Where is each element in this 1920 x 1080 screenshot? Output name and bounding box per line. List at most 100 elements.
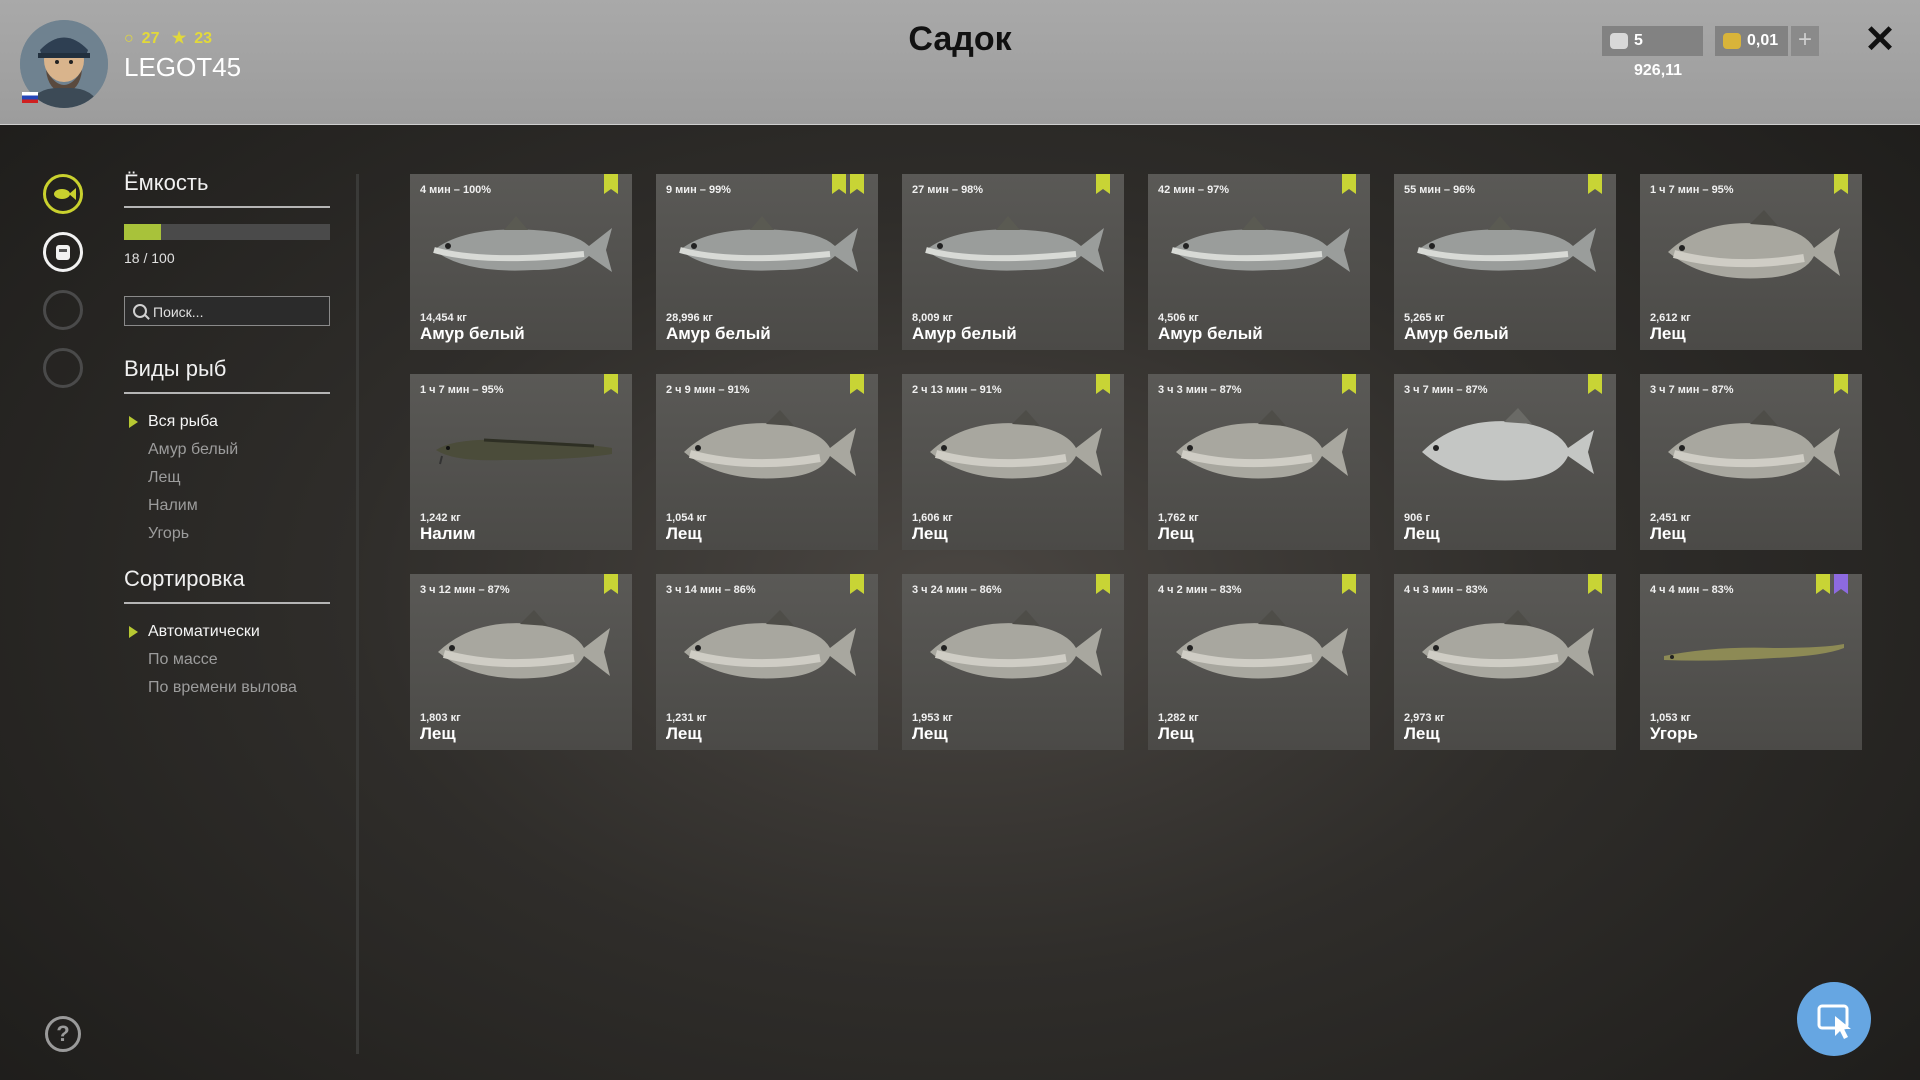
help-button[interactable]: ? bbox=[45, 1016, 81, 1052]
fish-weight: 14,454 кг bbox=[420, 312, 467, 324]
fish-weight: 8,009 кг bbox=[912, 312, 953, 324]
fish-weight: 1,054 кг bbox=[666, 512, 707, 524]
fish-card[interactable]: 2 ч 13 мин – 91% 1,606 кг Лещ bbox=[902, 374, 1124, 550]
fish-card[interactable]: 4 мин – 100% 14,454 кг Амур белый bbox=[410, 174, 632, 350]
species-title: Виды рыб bbox=[124, 356, 330, 394]
star-bookmark-icon[interactable] bbox=[850, 174, 864, 194]
bookmark-icon[interactable] bbox=[604, 374, 618, 394]
filter-panel: Ёмкость 18 / 100 Виды рыб Вся рыба Амур … bbox=[124, 170, 330, 718]
selected-arrow-icon bbox=[129, 416, 138, 428]
fish-card[interactable]: 42 мин – 97% 4,506 кг Амур белый bbox=[1148, 174, 1370, 350]
fish-weight: 28,996 кг bbox=[666, 312, 713, 324]
fish-card[interactable]: 3 ч 24 мин – 86% 1,953 кг Лещ bbox=[902, 574, 1124, 750]
search-input[interactable] bbox=[151, 300, 325, 324]
fish-weight: 1,231 кг bbox=[666, 712, 707, 724]
bookmark-icon[interactable] bbox=[850, 374, 864, 394]
bookmark-icon[interactable] bbox=[604, 574, 618, 594]
fish-card[interactable]: 55 мин – 96% 5,265 кг Амур белый bbox=[1394, 174, 1616, 350]
fish-card[interactable]: 4 ч 3 мин – 83% 2,973 кг Лещ bbox=[1394, 574, 1616, 750]
bookmark-icon[interactable] bbox=[1096, 574, 1110, 594]
species-item[interactable]: Амур белый bbox=[124, 436, 330, 464]
catch-time: 3 ч 7 мин – 87% bbox=[1404, 384, 1488, 396]
catch-time: 4 ч 4 мин – 83% bbox=[1650, 584, 1734, 596]
gold-balance[interactable]: 0,01 bbox=[1715, 26, 1788, 56]
bookmark-icon[interactable] bbox=[832, 174, 846, 194]
catch-time: 1 ч 7 мин – 95% bbox=[1650, 184, 1734, 196]
catch-time: 3 ч 3 мин – 87% bbox=[1158, 384, 1242, 396]
fish-name: Лещ bbox=[1404, 724, 1440, 743]
catch-time: 9 мин – 99% bbox=[666, 184, 731, 196]
fish-card[interactable]: 3 ч 7 мин – 87% 2,451 кг Лещ bbox=[1640, 374, 1862, 550]
cursor-mode-button[interactable] bbox=[1797, 982, 1871, 1056]
species-item[interactable]: Вся рыба bbox=[124, 408, 330, 436]
fish-weight: 1,953 кг bbox=[912, 712, 953, 724]
catch-time: 2 ч 9 мин – 91% bbox=[666, 384, 750, 396]
fish-weight: 1,762 кг bbox=[1158, 512, 1199, 524]
bookmark-icon[interactable] bbox=[1834, 374, 1848, 394]
fish-card[interactable]: 1 ч 7 мин – 95% 1,242 кг Налим bbox=[410, 374, 632, 550]
fish-name: Амур белый bbox=[1404, 324, 1509, 343]
bookmark-icon[interactable] bbox=[604, 174, 618, 194]
backpack-icon bbox=[56, 245, 70, 260]
bookmark-icon[interactable] bbox=[1588, 374, 1602, 394]
fish-name: Лещ bbox=[912, 724, 948, 743]
bookmark-icon[interactable] bbox=[1834, 174, 1848, 194]
backpack-tab[interactable] bbox=[43, 232, 83, 272]
close-button[interactable]: ✕ bbox=[1862, 20, 1898, 60]
fish-card[interactable]: 27 мин – 98% 8,009 кг Амур белый bbox=[902, 174, 1124, 350]
fish-weight: 1,242 кг bbox=[420, 512, 461, 524]
species-item[interactable]: Угорь bbox=[124, 520, 330, 548]
bookmark-icon[interactable] bbox=[1342, 574, 1356, 594]
fish-name: Лещ bbox=[1404, 524, 1440, 543]
capacity-bar bbox=[124, 224, 330, 240]
fish-card[interactable]: 3 ч 7 мин – 87% 906 г Лещ bbox=[1394, 374, 1616, 550]
fish-name: Амур белый bbox=[666, 324, 771, 343]
purple-bookmark-icon[interactable] bbox=[1834, 574, 1848, 594]
fish-card[interactable]: 4 ч 4 мин – 83% 1,053 кг Угорь bbox=[1640, 574, 1862, 750]
fish-name: Лещ bbox=[912, 524, 948, 543]
fish-name: Налим bbox=[420, 524, 476, 543]
bookmark-icon[interactable] bbox=[1096, 374, 1110, 394]
fish-name: Лещ bbox=[1158, 724, 1194, 743]
catch-time: 1 ч 7 мин – 95% bbox=[420, 384, 504, 396]
bookmark-icon[interactable] bbox=[1342, 374, 1356, 394]
species-list: Вся рыба Амур белый Лещ Налим Угорь bbox=[124, 408, 330, 548]
fish-name: Амур белый bbox=[912, 324, 1017, 343]
add-currency-button[interactable]: + bbox=[1791, 26, 1819, 56]
sort-item[interactable]: По времени вылова bbox=[124, 674, 330, 702]
sort-item[interactable]: По массе bbox=[124, 646, 330, 674]
gold-amount: 0,01 bbox=[1747, 32, 1779, 49]
fish-card[interactable]: 9 мин – 99% 28,996 кг Амур белый bbox=[656, 174, 878, 350]
fish-weight: 1,053 кг bbox=[1650, 712, 1691, 724]
bookmark-icon[interactable] bbox=[850, 574, 864, 594]
fish-name: Амур белый bbox=[1158, 324, 1263, 343]
fish-card[interactable]: 2 ч 9 мин – 91% 1,054 кг Лещ bbox=[656, 374, 878, 550]
catch-time: 3 ч 14 мин – 86% bbox=[666, 584, 756, 596]
catch-time: 55 мин – 96% bbox=[1404, 184, 1476, 196]
silver-balance[interactable]: 5 926,11 bbox=[1602, 26, 1703, 79]
tackle-tab[interactable] bbox=[43, 290, 83, 330]
sort-item[interactable]: Автоматически bbox=[124, 618, 330, 646]
bookmark-icon[interactable] bbox=[1588, 574, 1602, 594]
catch-time: 42 мин – 97% bbox=[1158, 184, 1230, 196]
fish-icon bbox=[54, 188, 76, 200]
keepnet-fish-icon[interactable] bbox=[43, 174, 83, 214]
fish-card[interactable]: 3 ч 14 мин – 86% 1,231 кг Лещ bbox=[656, 574, 878, 750]
species-item[interactable]: Лещ bbox=[124, 464, 330, 492]
bookmark-icon[interactable] bbox=[1816, 574, 1830, 594]
catch-time: 2 ч 13 мин – 91% bbox=[912, 384, 1002, 396]
catch-time: 3 ч 24 мин – 86% bbox=[912, 584, 1002, 596]
bookmark-icon[interactable] bbox=[1342, 174, 1356, 194]
bookmark-icon[interactable] bbox=[1096, 174, 1110, 194]
bookmark-icon[interactable] bbox=[1588, 174, 1602, 194]
search-box[interactable] bbox=[124, 296, 330, 326]
fish-card[interactable]: 1 ч 7 мин – 95% 2,612 кг Лещ bbox=[1640, 174, 1862, 350]
fish-name: Лещ bbox=[1158, 524, 1194, 543]
fish-card[interactable]: 3 ч 12 мин – 87% 1,803 кг Лещ bbox=[410, 574, 632, 750]
fish-card[interactable]: 4 ч 2 мин – 83% 1,282 кг Лещ bbox=[1148, 574, 1370, 750]
fish-card[interactable]: 3 ч 3 мин – 87% 1,762 кг Лещ bbox=[1148, 374, 1370, 550]
sort-list: Автоматически По массе По времени вылова bbox=[124, 618, 330, 702]
home-tab[interactable] bbox=[43, 348, 83, 388]
species-item[interactable]: Налим bbox=[124, 492, 330, 520]
fish-weight: 2,612 кг bbox=[1650, 312, 1691, 324]
